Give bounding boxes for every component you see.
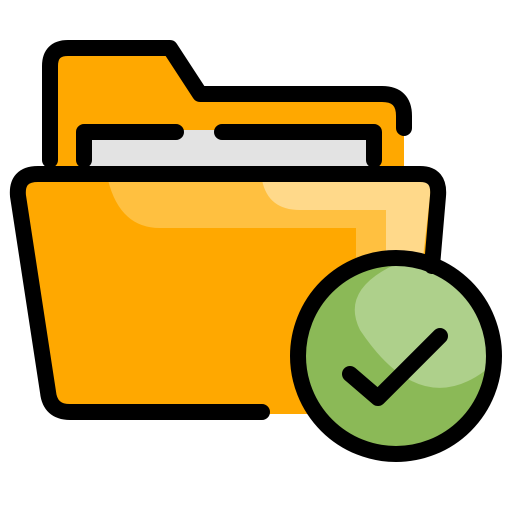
icon-canvas — [0, 0, 512, 512]
folder-check-icon — [9, 40, 502, 462]
